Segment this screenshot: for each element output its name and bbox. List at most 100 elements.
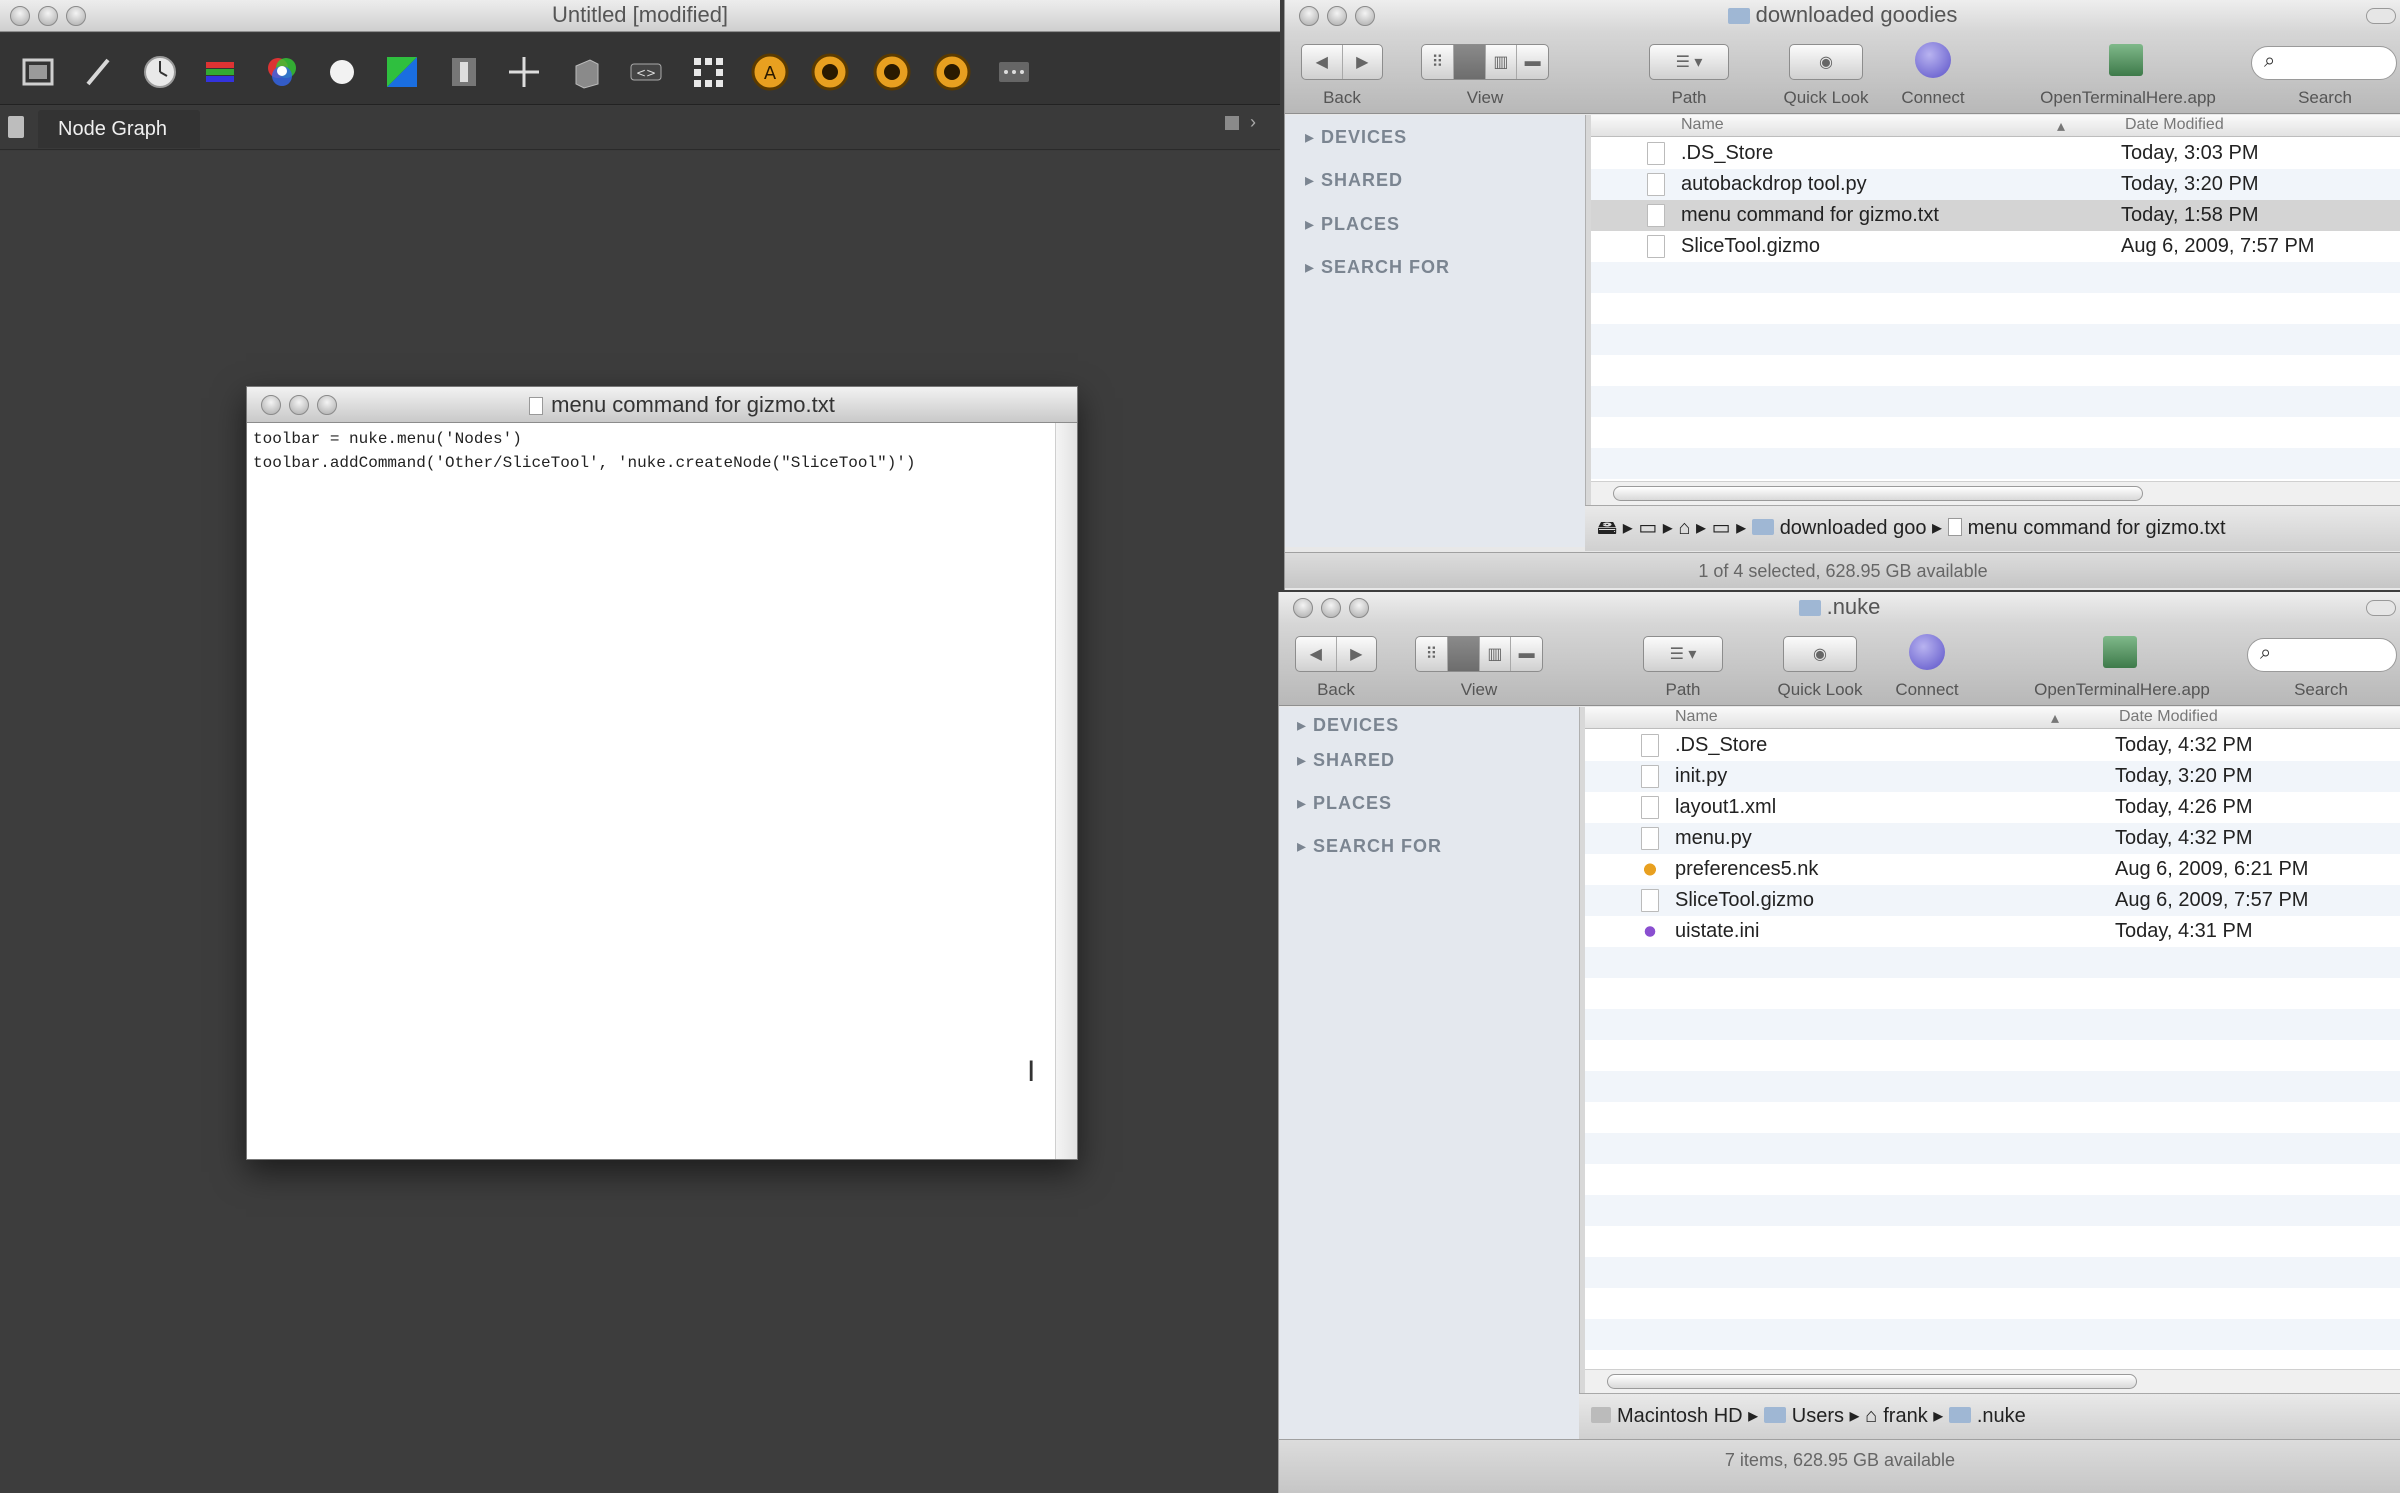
forward-arrow-icon[interactable]: ▶ (1337, 637, 1377, 671)
views-icon[interactable]: <> (626, 52, 666, 92)
toolbar-toggle-button[interactable] (2366, 600, 2396, 616)
back-forward-control[interactable]: ◀ ▶ (1301, 44, 1383, 80)
file-icon (1647, 204, 1665, 227)
textedit-titlebar[interactable]: menu command for gizmo.txt (247, 387, 1077, 423)
float-pane-icon[interactable] (1225, 116, 1239, 130)
quick-look-button[interactable]: ◉ (1789, 44, 1863, 80)
metadata-icon[interactable] (688, 52, 728, 92)
quick-look-button[interactable]: ◉ (1783, 636, 1857, 672)
terminal-app-icon[interactable] (2109, 44, 2143, 76)
file-name: init.py (1675, 765, 1728, 787)
coverflow-view-icon[interactable]: ▬ (1511, 637, 1542, 671)
column-header-name[interactable]: Name (1675, 708, 1718, 726)
sidebar-item-shared[interactable]: ▸ SHARED (1297, 750, 1395, 771)
merge-icon[interactable] (444, 52, 484, 92)
column-header-name[interactable]: Name (1681, 116, 1724, 134)
sidebar-item-devices[interactable]: ▸ DEVICES (1297, 715, 1399, 736)
path-item-users[interactable]: Users (1763, 1405, 1844, 1427)
sidebar-item-devices[interactable]: ▸ DEVICES (1305, 127, 1407, 148)
path-item-home[interactable]: ⌂ frank (1865, 1405, 1928, 1427)
gizmo-icon-3[interactable] (872, 52, 912, 92)
sidebar-item-shared[interactable]: ▸ SHARED (1305, 170, 1403, 191)
view-control[interactable]: ⠿ ▥ ▬ (1421, 44, 1549, 80)
keyer-icon[interactable] (382, 52, 422, 92)
file-name: SliceTool.gizmo (1675, 889, 1814, 911)
other-icon[interactable] (994, 52, 1034, 92)
list-item[interactable]: layout1.xml Today, 4:26 PM (1585, 792, 2400, 823)
column-view-icon[interactable]: ▥ (1486, 45, 1518, 79)
horizontal-scrollbar[interactable] (1585, 1369, 2400, 1393)
forward-arrow-icon[interactable]: ▶ (1343, 45, 1383, 79)
coverflow-view-icon[interactable]: ▬ (1517, 45, 1548, 79)
icon-view-icon[interactable]: ⠿ (1422, 45, 1454, 79)
scroll-thumb[interactable] (1613, 486, 2143, 501)
search-field[interactable]: ⌕ (2251, 46, 2397, 80)
toolbar-toggle-button[interactable] (2366, 8, 2396, 24)
list-item[interactable]: .DS_Store Today, 4:32 PM (1585, 730, 2400, 761)
gizmo-icon-2[interactable] (810, 52, 850, 92)
path-item-folder[interactable]: downloaded goo (1751, 517, 1926, 539)
vertical-scrollbar[interactable] (1055, 423, 1077, 1159)
path-root-icons[interactable]: 🖴 ▸ ▭ ▸ ⌂ ▸ ▭ ▸ (1597, 517, 1752, 539)
close-pane-icon[interactable]: › (1250, 112, 1256, 133)
scroll-thumb[interactable] (1607, 1374, 2137, 1389)
channel-icon[interactable] (200, 52, 240, 92)
list-item[interactable]: SliceTool.gizmo Aug 6, 2009, 7:57 PM (1591, 231, 2400, 262)
path-popup-button[interactable]: ☰ ▾ (1649, 44, 1729, 80)
time-icon[interactable] (140, 52, 180, 92)
connect-icon[interactable] (1915, 42, 1951, 78)
sidebar-item-search-for[interactable]: ▸ SEARCH FOR (1305, 257, 1450, 278)
nuke-titlebar[interactable]: Untitled [modified] (0, 0, 1280, 32)
list-view-icon[interactable] (1453, 45, 1486, 79)
list-item[interactable]: init.py Today, 3:20 PM (1585, 761, 2400, 792)
list-view-icon[interactable] (1447, 637, 1480, 671)
tab-node-graph[interactable]: Node Graph (38, 110, 200, 148)
image-icon[interactable] (18, 52, 58, 92)
back-forward-control[interactable]: ◀ ▶ (1295, 636, 1377, 672)
path-item-disk[interactable]: Macintosh HD (1591, 1405, 1743, 1427)
list-item[interactable]: SliceTool.gizmo Aug 6, 2009, 7:57 PM (1585, 885, 2400, 916)
icon-view-icon[interactable]: ⠿ (1416, 637, 1448, 671)
column-view-icon[interactable]: ▥ (1480, 637, 1512, 671)
view-control[interactable]: ⠿ ▥ ▬ (1415, 636, 1543, 672)
color-icon[interactable] (262, 52, 302, 92)
list-item[interactable]: menu.py Today, 4:32 PM (1585, 823, 2400, 854)
sidebar-item-places[interactable]: ▸ PLACES (1305, 214, 1400, 235)
column-header-date[interactable]: Date Modified (2125, 116, 2224, 134)
pane-menu-icon[interactable] (8, 116, 24, 138)
search-field[interactable]: ⌕ (2247, 638, 2397, 672)
draw-icon[interactable] (78, 52, 118, 92)
terminal-label: OpenTerminalHere.app (2040, 88, 2216, 107)
horizontal-scrollbar[interactable] (1591, 481, 2400, 505)
file-icon (1641, 765, 1659, 788)
terminal-app-icon[interactable] (2103, 636, 2137, 668)
list-item[interactable]: preferences5.nk Aug 6, 2009, 6:21 PM (1585, 854, 2400, 885)
path-popup-button[interactable]: ☰ ▾ (1643, 636, 1723, 672)
list-item[interactable]: autobackdrop tool.py Today, 3:20 PM (1591, 169, 2400, 200)
sidebar-item-places[interactable]: ▸ PLACES (1297, 793, 1392, 814)
view-label: View (1460, 680, 1498, 699)
column-header-date[interactable]: Date Modified (2119, 708, 2218, 726)
list-item[interactable]: uistate.ini Today, 4:31 PM (1585, 916, 2400, 947)
finder-titlebar[interactable]: downloaded goodies (1285, 0, 2400, 32)
finder-titlebar[interactable]: .nuke (1279, 592, 2400, 624)
window-title: downloaded goodies (1755, 2, 1958, 27)
list-item-selected[interactable]: menu command for gizmo.txt Today, 1:58 PM (1591, 200, 2400, 231)
back-arrow-icon[interactable]: ◀ (1302, 45, 1343, 79)
empty-row (1591, 448, 2400, 479)
filter-icon[interactable] (322, 52, 362, 92)
gizmo-icon-4[interactable] (932, 52, 972, 92)
connect-icon[interactable] (1909, 634, 1945, 670)
text-area[interactable]: toolbar = nuke.menu('Nodes') toolbar.addC… (253, 427, 1053, 1147)
gizmo-icon-1[interactable]: A (750, 52, 790, 92)
sidebar-item-search-for[interactable]: ▸ SEARCH FOR (1297, 836, 1442, 857)
3d-icon[interactable] (566, 52, 606, 92)
path-item-nuke[interactable]: .nuke (1948, 1405, 2026, 1427)
back-arrow-icon[interactable]: ◀ (1296, 637, 1337, 671)
list-item[interactable]: .DS_Store Today, 3:03 PM (1591, 138, 2400, 169)
status-bar: 1 of 4 selected, 628.95 GB available (1285, 552, 2400, 588)
transform-icon[interactable] (504, 52, 544, 92)
empty-row (1591, 262, 2400, 293)
path-item-label: Users (1791, 1405, 1844, 1427)
path-item-file[interactable]: menu command for gizmo.txt (1947, 517, 2226, 539)
